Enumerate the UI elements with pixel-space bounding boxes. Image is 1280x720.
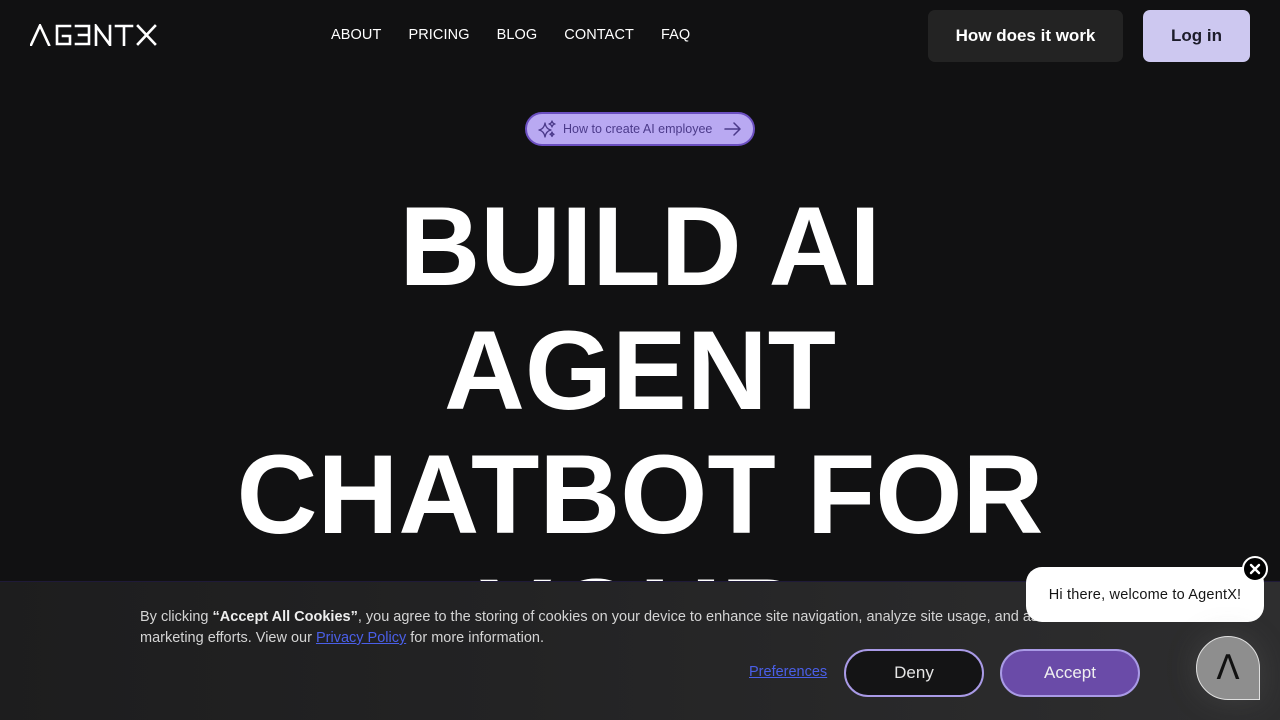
nav-link-contact[interactable]: CONTACT [564, 27, 634, 43]
nav-link-about[interactable]: ABOUT [331, 27, 381, 43]
main-nav-links: ABOUT PRICING BLOG CONTACT FAQ [331, 27, 717, 43]
arrow-right-icon [724, 122, 742, 136]
agentx-logo-mark [30, 24, 157, 46]
sparkles-icon [538, 120, 556, 138]
privacy-policy-link[interactable]: Privacy Policy [316, 630, 406, 646]
deny-cookies-button[interactable]: Deny [844, 649, 984, 697]
cookie-text-line2-prefix: marketing efforts. View our [140, 630, 316, 646]
cookie-text-middle: , you agree to the storing of cookies on… [357, 609, 1060, 625]
pill-label: How to create AI employee [563, 122, 713, 136]
hero-line-3: CHATBOT FOR [236, 432, 1044, 557]
how-does-it-work-button[interactable]: How does it work [928, 10, 1123, 62]
cookie-text-line-2: marketing efforts. View our Privacy Poli… [140, 628, 1060, 649]
close-chat-greeting-button[interactable] [1242, 556, 1268, 582]
top-navigation: ABOUT PRICING BLOG CONTACT FAQ How does … [0, 0, 1280, 72]
chat-launcher-button[interactable]: Λ [1196, 636, 1260, 700]
nav-link-pricing[interactable]: PRICING [408, 27, 469, 43]
how-to-create-ai-employee-pill[interactable]: How to create AI employee [525, 112, 755, 146]
agentx-logo[interactable] [30, 23, 157, 47]
close-icon [1249, 563, 1261, 575]
nav-link-blog[interactable]: BLOG [497, 27, 538, 43]
login-button[interactable]: Log in [1143, 10, 1250, 62]
cookie-text-prefix: By clicking [140, 609, 213, 625]
nav-link-faq[interactable]: FAQ [661, 27, 690, 43]
hero-line-2: AGENT [444, 308, 836, 433]
accept-cookies-button[interactable]: Accept [1000, 649, 1140, 697]
cookie-consent-text: By clicking “Accept All Cookies”, you ag… [140, 607, 1060, 649]
cookie-text-line2-suffix: for more information. [406, 630, 545, 646]
cookie-text-line-1: By clicking “Accept All Cookies”, you ag… [140, 607, 1060, 628]
chat-greeting-text: Hi there, welcome to AgentX! [1048, 586, 1242, 603]
preferences-link[interactable]: Preferences [749, 664, 827, 680]
agentx-chat-icon: Λ [1216, 648, 1240, 688]
chat-greeting-bubble[interactable]: Hi there, welcome to AgentX! [1026, 567, 1264, 622]
hero-line-1: BUILD AI [399, 184, 881, 309]
cookie-text-bold: “Accept All Cookies” [212, 609, 358, 625]
